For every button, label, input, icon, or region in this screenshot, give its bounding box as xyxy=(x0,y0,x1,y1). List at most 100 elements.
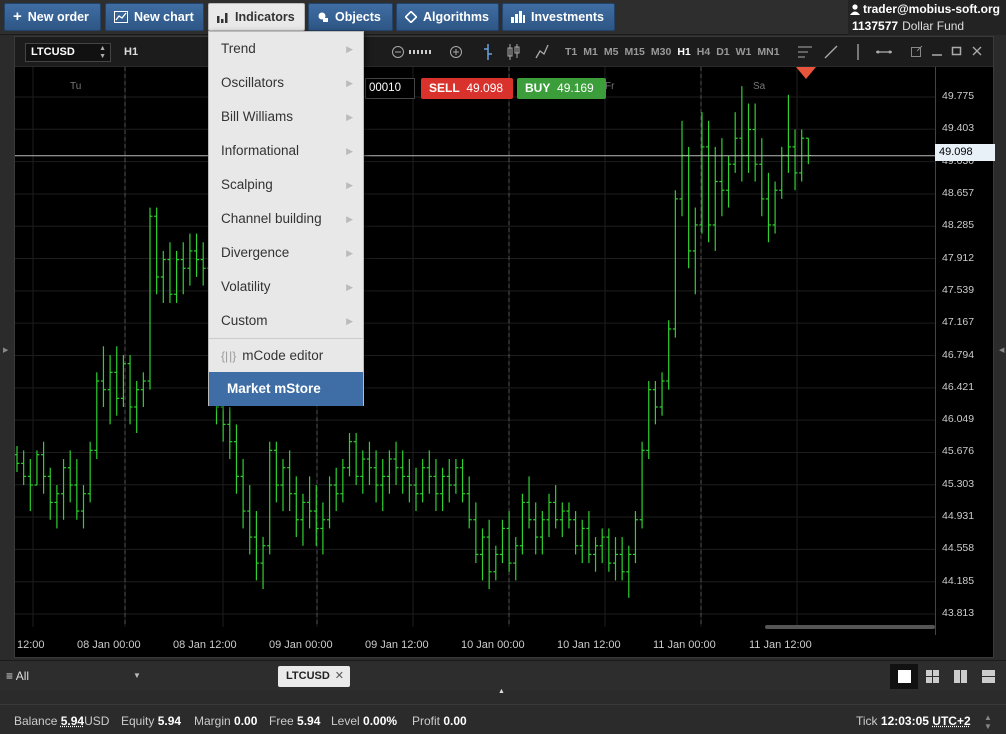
tf-m30[interactable]: M30 xyxy=(651,46,671,58)
time-tick-label: 09 Jan 00:00 xyxy=(269,639,333,651)
top-toolbar: + New order New chart Indicators Objects… xyxy=(0,0,1006,35)
chevron-down-icon[interactable]: ▼ xyxy=(133,671,141,680)
popout-icon[interactable] xyxy=(911,45,923,57)
price-plot[interactable]: Tu Fr Sa xyxy=(15,67,935,657)
chevron-right-icon: ▶ xyxy=(346,44,353,54)
chart-header: LTCUSD ▲ ▼ H1 T1 M1 M5 M15 M30 H1 H4 D1 W… xyxy=(15,37,993,67)
price-tick-label: 47.167 xyxy=(942,316,975,329)
chevron-right-icon: ▶ xyxy=(346,282,353,292)
quantity-input[interactable]: 00010 xyxy=(365,78,415,99)
ohlc-bar xyxy=(420,459,426,503)
ohlc-bar xyxy=(466,476,472,529)
left-panel-arrow-icon[interactable]: ▶ xyxy=(3,346,8,354)
horizontal-line-icon[interactable] xyxy=(876,47,892,57)
layout-columns-icon[interactable] xyxy=(946,664,974,689)
right-panel-arrow-icon[interactable]: ◀ xyxy=(999,346,1004,354)
ohlc-bar xyxy=(300,493,306,546)
tf-w1[interactable]: W1 xyxy=(736,46,752,58)
minimize-icon[interactable] xyxy=(931,45,943,57)
ohlc-bar xyxy=(313,485,319,546)
trendline-icon[interactable] xyxy=(824,45,838,59)
chart-scrollbar[interactable] xyxy=(765,625,935,629)
symbol-select[interactable]: LTCUSD ▲ ▼ xyxy=(25,43,111,62)
ohlc-bar xyxy=(107,354,113,425)
ohlc-bar xyxy=(227,407,233,460)
user-icon xyxy=(849,3,860,15)
ohlc-bar xyxy=(533,502,539,555)
account-number: 1137577 xyxy=(852,19,899,33)
menu-item-market-mstore[interactable]: Market mStore xyxy=(209,372,363,406)
timeframe-label: H1 xyxy=(124,46,139,58)
menu-item-custom[interactable]: Custom ▶ xyxy=(209,304,363,338)
menu-item-bill-williams[interactable]: Bill Williams ▶ xyxy=(209,100,363,134)
algorithms-button[interactable]: Algorithms xyxy=(396,3,499,31)
tf-t1[interactable]: T1 xyxy=(565,46,577,58)
ohlc-bar xyxy=(353,433,359,486)
menu-item-channel-building[interactable]: Channel building ▶ xyxy=(209,202,363,236)
indicators-button[interactable]: Indicators xyxy=(208,3,305,31)
menu-item-informational[interactable]: Informational ▶ xyxy=(209,134,363,168)
ohlc-bar xyxy=(15,446,20,473)
ohlc-bar xyxy=(347,433,352,477)
menu-item-scalping[interactable]: Scalping ▶ xyxy=(209,168,363,202)
account-panel[interactable]: trader@mobius-soft.org 1137577 Dollar Fun… xyxy=(848,0,1006,35)
chart-tab-ltcusd[interactable]: LTCUSD ✕ xyxy=(278,666,350,687)
menu-item-trend[interactable]: Trend ▶ xyxy=(209,32,363,66)
day-label: Sa xyxy=(753,81,766,92)
close-icon[interactable] xyxy=(971,45,983,57)
tf-h4[interactable]: H4 xyxy=(697,46,710,58)
margin-status: Margin 0.00 xyxy=(194,714,258,728)
new-order-button[interactable]: + New order xyxy=(4,3,101,31)
layout-grid-icon[interactable] xyxy=(918,664,946,689)
ohlc-bar xyxy=(453,459,459,494)
new-chart-button[interactable]: New chart xyxy=(105,3,204,31)
code-icon: {| |} xyxy=(221,349,237,363)
time-marker-icon[interactable] xyxy=(796,67,816,79)
tf-m5[interactable]: M5 xyxy=(604,46,619,58)
layout-single-icon[interactable] xyxy=(890,664,918,689)
tf-d1[interactable]: D1 xyxy=(716,46,729,58)
bar-type-icon[interactable] xyxy=(483,44,493,60)
ohlc-bar xyxy=(599,528,605,564)
ohlc-bar xyxy=(200,242,206,286)
timezone-select[interactable]: UTC+2 xyxy=(932,714,970,728)
bar-chart-icon xyxy=(217,12,228,23)
zoom-controls[interactable] xyxy=(392,45,462,59)
ohlc-bar xyxy=(486,519,492,590)
menu-item-oscillators[interactable]: Oscillators ▶ xyxy=(209,66,363,100)
ohlc-bar xyxy=(613,537,618,581)
spinner-icon[interactable]: ▲ ▼ xyxy=(984,713,992,731)
close-tab-icon[interactable]: ✕ xyxy=(335,666,344,687)
menu-item-volatility[interactable]: Volatility ▶ xyxy=(209,270,363,304)
ohlc-bar xyxy=(546,493,552,538)
objects-button[interactable]: Objects xyxy=(308,3,393,31)
layout-rows-icon[interactable] xyxy=(974,664,1002,689)
price-tick-label: 43.813 xyxy=(942,607,975,619)
tf-h1[interactable]: H1 xyxy=(677,46,690,58)
ohlc-bar xyxy=(626,545,632,598)
chart-filter-select[interactable]: ≡ All xyxy=(6,669,29,683)
indicators-menu: Trend ▶ Oscillators ▶ Bill Williams ▶ Infor… xyxy=(208,31,364,406)
sell-button[interactable]: SELL 49.098 xyxy=(421,78,513,99)
line-type-icon[interactable] xyxy=(535,44,549,60)
tf-m15[interactable]: M15 xyxy=(624,46,644,58)
menu-item-divergence[interactable]: Divergence ▶ xyxy=(209,236,363,270)
maximize-icon[interactable] xyxy=(951,45,963,57)
investments-button[interactable]: Investments xyxy=(502,3,615,31)
price-tick-label: 44.931 xyxy=(942,510,975,523)
ohlc-bar xyxy=(706,120,712,243)
ohlc-bar xyxy=(233,424,239,494)
menu-item-mcode-editor[interactable]: {| |} mCode editor xyxy=(209,338,363,372)
account-user: trader@mobius-soft.org xyxy=(862,2,1000,16)
tf-m1[interactable]: M1 xyxy=(583,46,598,58)
diamond-icon xyxy=(405,11,417,23)
expand-panel-icon[interactable]: ▲ xyxy=(498,688,505,695)
ohlc-bar xyxy=(679,120,685,217)
buy-button[interactable]: BUY 49.169 xyxy=(517,78,606,99)
plus-icon: + xyxy=(13,8,22,25)
settings-lines-icon[interactable] xyxy=(798,45,814,59)
vertical-line-icon[interactable] xyxy=(853,44,863,60)
tf-mn1[interactable]: MN1 xyxy=(757,46,779,58)
candle-type-icon[interactable] xyxy=(507,44,521,60)
price-tick-label: 48.285 xyxy=(942,219,975,232)
